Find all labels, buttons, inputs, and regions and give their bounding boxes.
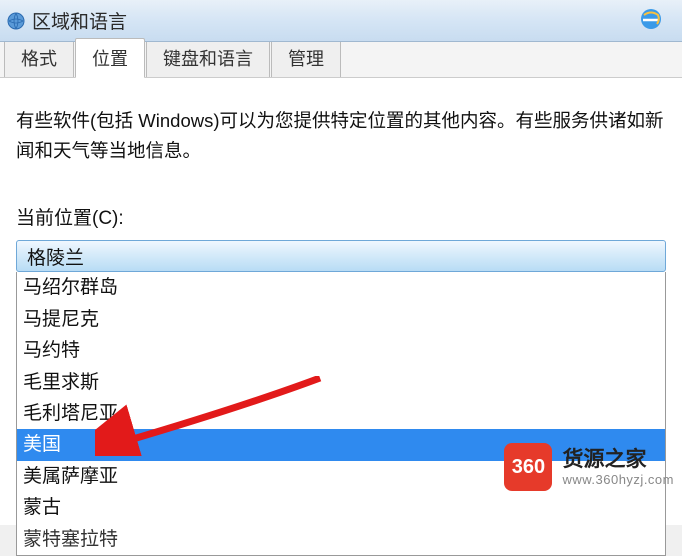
dropdown-option[interactable]: 蒙特塞拉特 <box>17 524 665 555</box>
tab-format[interactable]: 格式 <box>4 38 74 77</box>
dropdown-option[interactable]: 马约特 <box>17 335 665 366</box>
window-title: 区域和语言 <box>32 7 127 34</box>
watermark-url: www.360hyzj.com <box>562 472 674 488</box>
dropdown-option[interactable]: 蒙古 <box>17 492 665 523</box>
location-dropdown[interactable]: 格陵兰 马绍尔群岛 马提尼克 马约特 毛里求斯 毛利塔尼亚 美国 美属萨摩亚 蒙… <box>16 240 666 556</box>
dropdown-option[interactable]: 马提尼克 <box>17 304 665 335</box>
tab-keyboard-language[interactable]: 键盘和语言 <box>146 38 270 77</box>
watermark: 360 货源之家 www.360hyzj.com <box>496 439 682 495</box>
tab-admin[interactable]: 管理 <box>271 38 341 77</box>
window-titlebar: 区域和语言 <box>0 0 682 42</box>
ie-icon <box>638 6 664 32</box>
tab-bar: 格式 位置 键盘和语言 管理 <box>0 42 682 78</box>
dropdown-option[interactable]: 毛利塔尼亚 <box>17 398 665 429</box>
dropdown-selected-text: 格陵兰 <box>27 243 84 270</box>
watermark-title: 货源之家 <box>562 447 674 472</box>
current-location-label: 当前位置(C): <box>16 203 666 230</box>
tab-location[interactable]: 位置 <box>75 38 145 78</box>
watermark-badge: 360 <box>504 443 552 491</box>
watermark-text: 货源之家 www.360hyzj.com <box>562 447 674 488</box>
dropdown-option[interactable]: 马绍尔群岛 <box>17 272 665 303</box>
description-text: 有些软件(包括 Windows)可以为您提供特定位置的其他内容。有些服务供诸如新… <box>16 106 666 165</box>
dropdown-list[interactable]: 马绍尔群岛 马提尼克 马约特 毛里求斯 毛利塔尼亚 美国 美属萨摩亚 蒙古 蒙特… <box>16 272 666 556</box>
dropdown-selected[interactable]: 格陵兰 <box>16 240 666 272</box>
dropdown-option[interactable]: 毛里求斯 <box>17 367 665 398</box>
globe-icon <box>6 11 26 31</box>
